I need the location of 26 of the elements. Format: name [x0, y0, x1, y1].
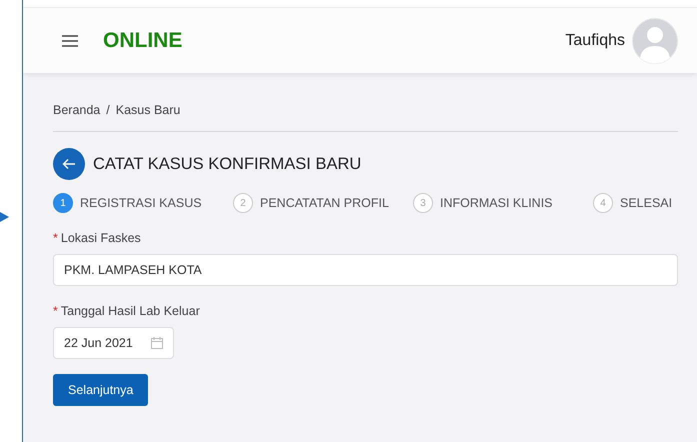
page-title: CATAT KASUS KONFIRMASI BARU — [93, 154, 362, 174]
required-mark: * — [53, 231, 58, 245]
step-label: INFORMASI KLINIS — [440, 196, 553, 210]
input-field[interactable]: PKM. LAMPASEH KOTA — [53, 254, 678, 286]
step-label: PENCATATAN PROFIL — [260, 196, 389, 210]
field-label: Lokasi Faskes — [60, 231, 141, 245]
date-field[interactable]: 22 Jun 2021 — [53, 327, 174, 359]
step-number: 1 — [53, 193, 73, 213]
step-number: 3 — [413, 193, 433, 213]
step-label: SELESAI — [620, 196, 672, 210]
pointer-icon — [0, 212, 9, 222]
step-label: REGISTRASI KASUS — [80, 196, 202, 210]
back-button[interactable] — [53, 148, 85, 180]
breadcrumb-link[interactable]: Kasus Baru — [116, 103, 180, 117]
step-number: 4 — [593, 193, 613, 213]
menu-icon[interactable] — [62, 34, 78, 46]
step-number: 2 — [233, 193, 253, 213]
arrow-left-icon — [62, 158, 76, 170]
required-mark: * — [53, 304, 58, 318]
next-button[interactable]: Selanjutnya — [53, 374, 148, 406]
breadcrumb-separator: / — [106, 103, 110, 117]
brand-logo: ONLINE — [103, 28, 182, 52]
user-name: Taufiqhs — [565, 32, 625, 50]
field-label: Tanggal Hasil Lab Keluar — [60, 304, 200, 318]
breadcrumb-link[interactable]: Beranda — [53, 103, 100, 117]
calendar-icon — [150, 337, 163, 349]
